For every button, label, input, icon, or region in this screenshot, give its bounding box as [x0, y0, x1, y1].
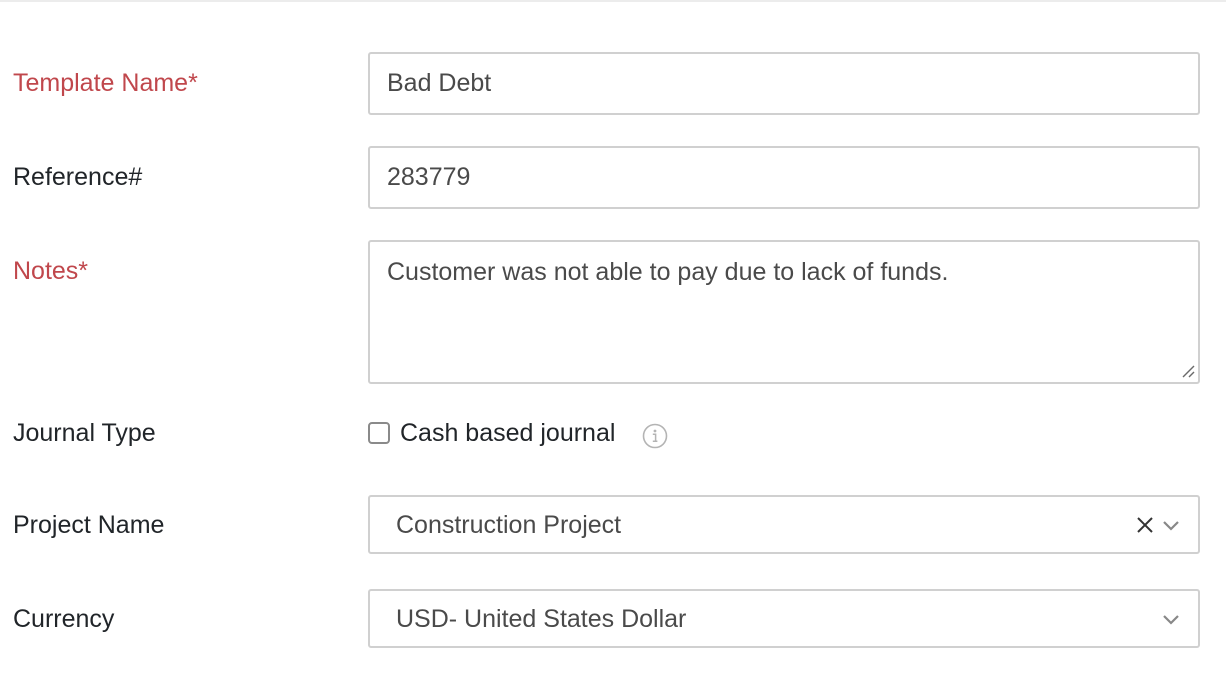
project-name-label: Project Name — [13, 511, 165, 539]
currency-value: USD- United States Dollar — [396, 605, 687, 633]
currency-label: Currency — [13, 605, 115, 633]
reference-input[interactable] — [368, 146, 1200, 209]
template-name-input[interactable] — [368, 52, 1200, 115]
info-icon[interactable] — [642, 423, 668, 449]
reference-label: Reference# — [13, 163, 143, 191]
currency-select[interactable]: USD- United States Dollar — [368, 589, 1200, 648]
project-name-value: Construction Project — [396, 511, 622, 539]
close-icon[interactable] — [1134, 514, 1156, 536]
notes-label: Notes* — [13, 257, 89, 285]
project-name-select[interactable]: Construction Project — [368, 495, 1200, 554]
cash-based-journal-checkbox[interactable] — [368, 422, 390, 444]
cash-based-journal-label[interactable]: Cash based journal — [400, 418, 615, 448]
resize-handle-icon[interactable] — [1179, 362, 1195, 378]
journal-type-label: Journal Type — [13, 419, 156, 447]
chevron-down-icon[interactable] — [1161, 518, 1181, 532]
chevron-down-icon[interactable] — [1161, 612, 1181, 626]
notes-textarea[interactable]: Customer was not able to pay due to lack… — [368, 240, 1200, 384]
top-divider — [0, 0, 1226, 2]
template-name-label: Template Name* — [13, 69, 198, 97]
